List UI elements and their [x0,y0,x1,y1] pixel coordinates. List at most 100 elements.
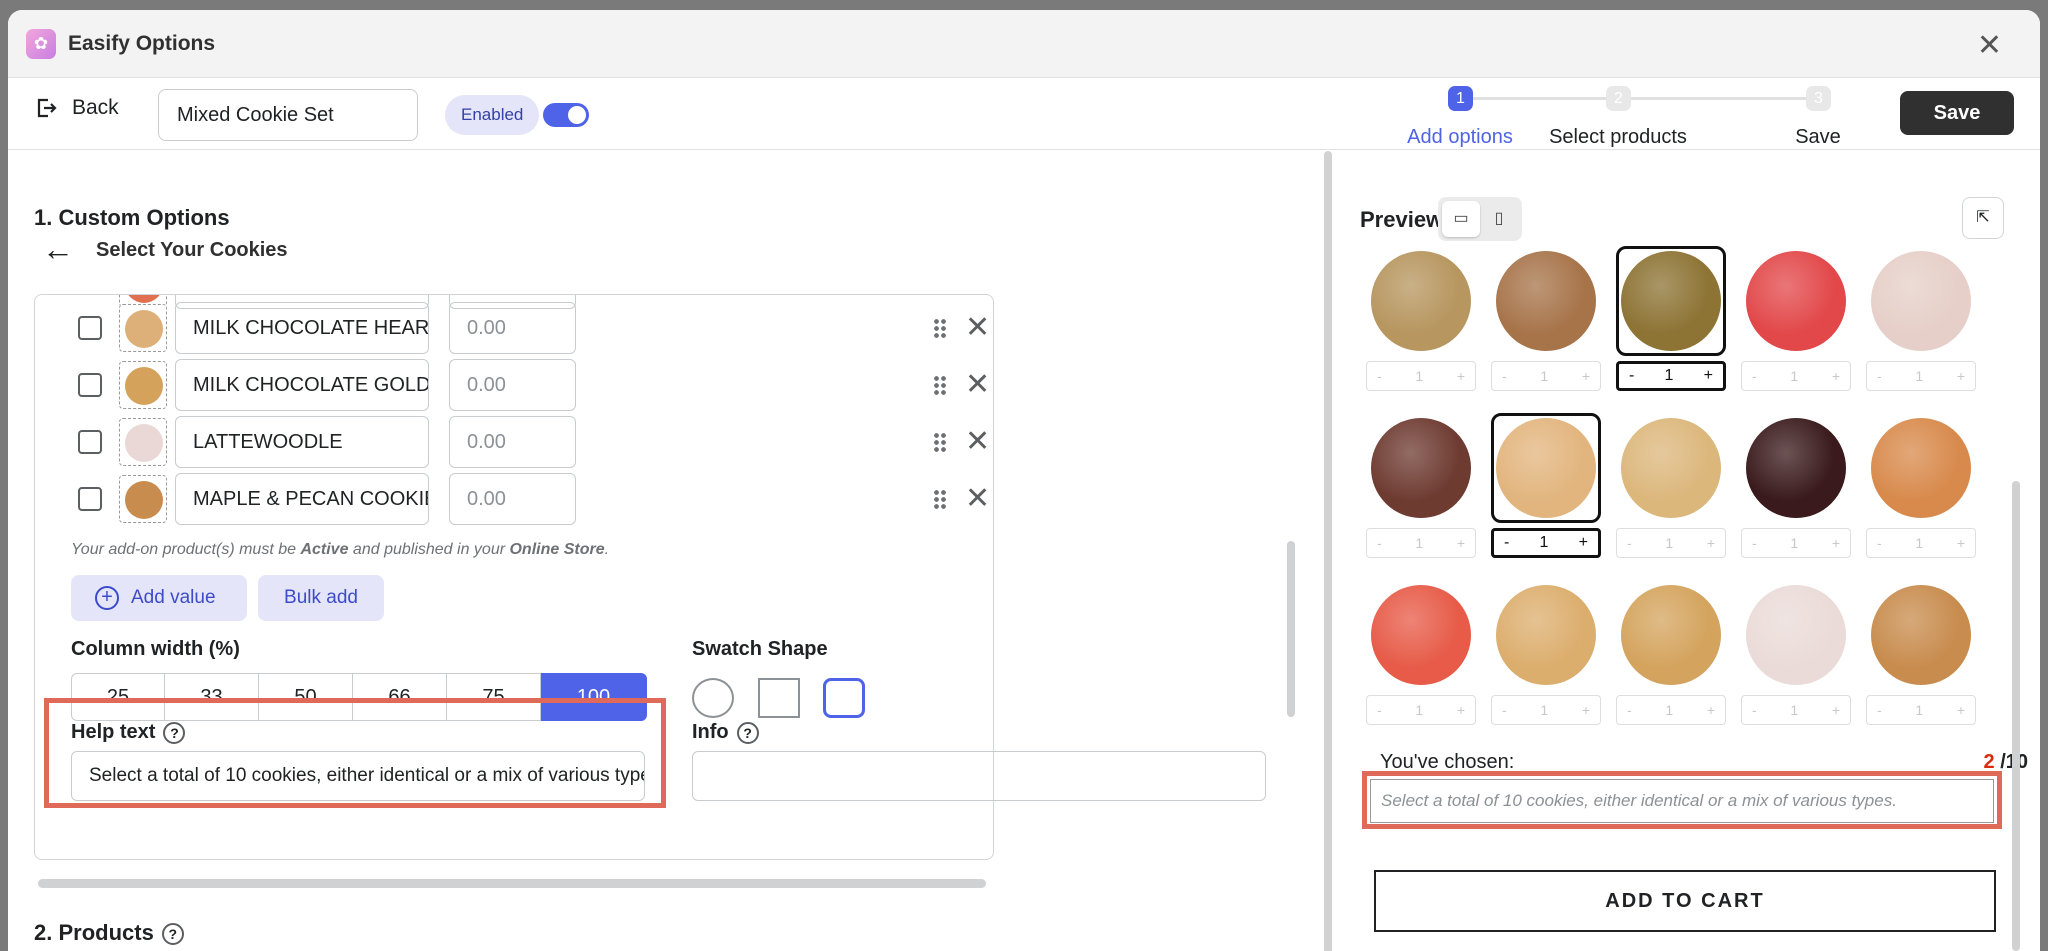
minus-button[interactable]: - [1504,534,1509,552]
minus-button[interactable]: - [1377,368,1382,384]
quantity-stepper[interactable]: - 1 + [1616,695,1726,725]
value-checkbox[interactable] [78,430,102,454]
cookie-swatch[interactable]: - 1 + [1491,246,1601,406]
plus-button[interactable]: + [1582,702,1590,718]
plus-button[interactable]: + [1957,368,1965,384]
quantity-value[interactable]: 1 [1790,368,1798,384]
cookie-swatch[interactable]: - 1 + [1866,413,1976,573]
plus-button[interactable]: + [1707,702,1715,718]
minus-button[interactable]: - [1877,535,1882,551]
cookie-swatch[interactable]: - 1 + [1616,580,1726,740]
drag-handle-icon[interactable] [933,432,947,452]
quantity-value[interactable]: 1 [1665,702,1673,718]
cookie-image[interactable] [1371,418,1471,518]
quantity-value[interactable]: 1 [1415,535,1423,551]
value-name-field[interactable]: MAPLE & PECAN COOKIE [175,473,429,525]
quantity-value[interactable]: 1 [1790,535,1798,551]
quantity-value[interactable]: 1 [1665,367,1674,385]
plus-button[interactable]: + [1457,702,1465,718]
drag-handle-icon[interactable] [933,375,947,395]
cookie-swatch[interactable]: - 1 + [1366,246,1476,406]
quantity-stepper[interactable]: - 1 + [1616,528,1726,558]
step-2-label[interactable]: Select products [1549,126,1687,149]
cookie-swatch[interactable]: - 1 + [1866,580,1976,740]
add-to-cart-button[interactable]: ADD TO CART [1374,870,1996,932]
step-1-number[interactable]: 1 [1448,86,1473,111]
pane-divider[interactable] [1324,151,1332,951]
value-thumbnail[interactable] [119,475,167,523]
cookie-image[interactable] [1871,585,1971,685]
quantity-stepper[interactable]: - 1 + [1366,695,1476,725]
quantity-value[interactable]: 1 [1915,368,1923,384]
quantity-value[interactable]: 1 [1415,702,1423,718]
step-1-label[interactable]: Add options [1407,126,1513,149]
cookie-image[interactable] [1371,251,1471,351]
value-checkbox[interactable] [78,316,102,340]
close-icon[interactable]: ✕ [1977,28,2002,63]
quantity-value[interactable]: 1 [1540,368,1548,384]
quantity-stepper[interactable]: - 1 + [1491,695,1601,725]
cookie-image[interactable] [1621,251,1721,351]
value-thumbnail[interactable] [119,361,167,409]
quantity-stepper[interactable]: - 1 + [1866,695,1976,725]
quantity-stepper[interactable]: - 1 + [1741,528,1851,558]
option-name-input[interactable] [158,89,418,141]
value-price-field[interactable]: 0.00 [449,302,576,354]
cookie-image[interactable] [1746,418,1846,518]
cookie-swatch[interactable]: - 1 + [1741,246,1851,406]
expand-icon[interactable]: ⇱ [1962,197,2004,239]
quantity-value[interactable]: 1 [1415,368,1423,384]
cookie-image[interactable] [1496,418,1596,518]
drag-handle-icon[interactable] [933,318,947,338]
cookie-swatch[interactable]: - 1 + [1741,580,1851,740]
swatch-rounded-option[interactable] [823,678,865,718]
minus-button[interactable]: - [1877,702,1882,718]
cookie-image[interactable] [1746,585,1846,685]
cookie-swatch[interactable]: - 1 + [1366,413,1476,573]
desktop-icon[interactable]: ▭ [1442,201,1480,237]
delete-value-icon[interactable]: ✕ [965,481,990,516]
minus-button[interactable]: - [1627,535,1632,551]
cookie-image[interactable] [1371,585,1471,685]
minus-button[interactable]: - [1877,368,1882,384]
quantity-value[interactable]: 1 [1915,535,1923,551]
swatch-circle-option[interactable] [692,678,734,718]
arrow-left-icon[interactable]: ← [42,231,74,268]
add-value-button[interactable]: + Add value [71,575,247,621]
plus-button[interactable]: + [1832,368,1840,384]
quantity-stepper[interactable]: - 1 + [1366,361,1476,391]
quantity-value[interactable]: 1 [1790,702,1798,718]
cookie-swatch[interactable]: - 1 + [1366,580,1476,740]
quantity-stepper[interactable]: - 1 + [1616,361,1726,391]
minus-button[interactable]: - [1377,702,1382,718]
value-thumbnail[interactable] [119,304,167,352]
plus-button[interactable]: + [1832,702,1840,718]
value-price-field[interactable]: 0.00 [449,473,576,525]
minus-button[interactable]: - [1502,368,1507,384]
delete-value-icon[interactable]: ✕ [965,424,990,459]
quantity-value[interactable]: 1 [1915,702,1923,718]
value-price-field[interactable]: 0.00 [449,359,576,411]
save-button[interactable]: Save [1900,91,2014,135]
swatch-square-option[interactable] [758,678,800,718]
step-2-number[interactable]: 2 [1606,86,1631,111]
horizontal-scrollbar[interactable] [38,879,986,888]
plus-button[interactable]: + [1957,702,1965,718]
cookie-image[interactable] [1496,585,1596,685]
products-help-icon[interactable]: ? [161,923,184,946]
plus-button[interactable]: + [1579,534,1588,552]
quantity-stepper[interactable]: - 1 + [1491,528,1601,558]
cookie-swatch[interactable]: - 1 + [1491,413,1601,573]
cookie-swatch[interactable]: - 1 + [1616,413,1726,573]
cookie-swatch[interactable]: - 1 + [1866,246,1976,406]
value-checkbox[interactable] [78,487,102,511]
preview-scrollbar[interactable] [2012,481,2020,951]
cookie-swatch[interactable]: - 1 + [1741,413,1851,573]
step-3-label[interactable]: Save [1795,126,1841,149]
value-name-field[interactable]: MILK CHOCOLATE GOLD STAR [175,359,429,411]
minus-button[interactable]: - [1752,535,1757,551]
plus-button[interactable]: + [1957,535,1965,551]
plus-button[interactable]: + [1457,535,1465,551]
minus-button[interactable]: - [1752,368,1757,384]
step-3-number[interactable]: 3 [1806,86,1831,111]
